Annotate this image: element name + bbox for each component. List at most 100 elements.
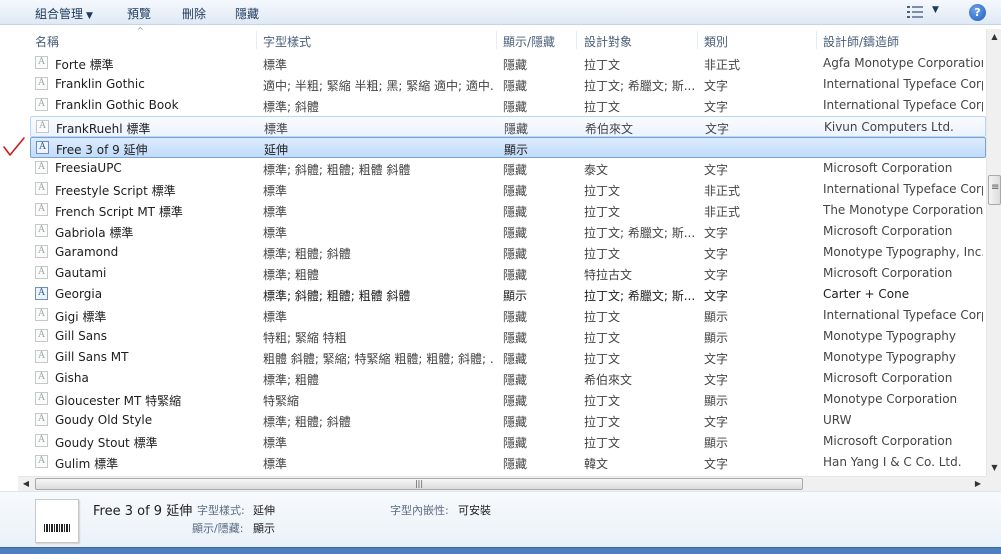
font-cell-style: 標準 <box>263 205 288 219</box>
column-divider[interactable] <box>496 31 497 49</box>
column-divider[interactable] <box>816 31 817 49</box>
help-icon[interactable]: ? <box>969 4 986 21</box>
preview-button[interactable]: 預覽 <box>127 5 151 22</box>
font-cell-name: Gill Sans <box>55 329 107 343</box>
column-divider[interactable] <box>697 31 698 49</box>
font-row[interactable]: A Forte 標準 標準 隱藏 拉丁文 非正式 Agfa Monotype Corpora… <box>30 53 986 74</box>
font-row[interactable]: A Gigi 標準 標準 隱藏 拉丁文 顯示 International Typeface … <box>30 305 986 326</box>
font-row[interactable]: A Goudy Old Style 標準; 粗體; 斜體 隱藏 拉丁文 文字 URW <box>30 410 986 431</box>
scroll-left-icon[interactable]: ◀ <box>18 477 34 492</box>
font-cell-show: 隱藏 <box>503 268 528 282</box>
font-cell-designer: The Monotype Corporation <box>823 203 983 217</box>
font-cell-style: 延伸 <box>264 143 289 157</box>
font-cell-name: Franklin Gothic Book <box>55 98 179 112</box>
font-cell-category: 文字 <box>704 352 729 366</box>
column-divider[interactable] <box>256 31 257 49</box>
column-header-style[interactable]: 字型樣式 <box>263 33 311 50</box>
barcode-icon <box>44 524 71 532</box>
font-cell-name: Gulim 標準 <box>55 457 119 471</box>
column-header-name[interactable]: 名稱 <box>35 33 59 50</box>
font-cell-target: 拉丁文 <box>584 394 621 408</box>
font-row[interactable]: A FreesiaUPC 標準; 斜體; 粗體; 粗體 斜體 隱藏 泰文 文字 Micros… <box>30 158 986 179</box>
font-cell-name: FreesiaUPC <box>55 161 122 175</box>
font-cell-target: 拉丁文; 希臘文; 斯... <box>584 226 694 240</box>
horizontal-scroll-thumb[interactable]: ||| <box>35 478 803 490</box>
vertical-scroll-thumb[interactable] <box>988 175 1001 205</box>
font-cell-style: 標準 <box>263 436 288 450</box>
font-cell-category: 文字 <box>704 457 729 471</box>
font-cell-show: 隱藏 <box>503 184 528 198</box>
font-row[interactable]: A Gill Sans MT 粗體 斜體; 緊縮; 特緊縮 粗體; 粗體; 斜體; … <box>30 347 986 368</box>
font-cell-designer: Microsoft Corporation <box>823 224 953 238</box>
column-header-category[interactable]: 類別 <box>704 33 728 50</box>
window-bottom-border <box>0 547 1001 554</box>
details-embed-label: 字型內嵌性: <box>390 504 449 517</box>
column-divider[interactable] <box>576 31 577 49</box>
column-header-designed-for[interactable]: 設計對象 <box>584 33 632 50</box>
view-options-chevron-icon[interactable]: ▼ <box>932 5 939 15</box>
font-row[interactable]: A French Script MT 標準 標準 隱藏 拉丁文 非正式 The Monoty… <box>30 200 986 221</box>
font-file-icon: A <box>35 77 48 90</box>
font-cell-show: 隱藏 <box>503 457 528 471</box>
font-row[interactable]: A Goudy Stout 標準 標準 隱藏 拉丁文 顯示 Microsoft Corpor… <box>30 431 986 452</box>
organize-button[interactable]: 組合管理 ▼ <box>35 5 93 22</box>
font-cell-target: 特拉古文 <box>584 268 633 282</box>
font-row[interactable]: A FrankRuehl 標準 標準 隱藏 希伯來文 文字 Kivun Computers … <box>30 116 986 137</box>
chevron-down-icon: ▼ <box>86 11 93 21</box>
font-row[interactable]: A Gabriola 標準 標準 隱藏 拉丁文; 希臘文; 斯... 文字 Microsof… <box>30 221 986 242</box>
font-file-icon: A <box>35 224 48 237</box>
font-cell-name: Gisha <box>55 371 89 385</box>
font-cell-style: 適中; 半粗; 緊縮 半粗; 黑; 緊縮 適中; 適中... <box>263 79 493 93</box>
font-cell-style: 標準; 斜體; 粗體; 粗體 斜體 <box>263 163 411 177</box>
font-row[interactable]: A Garamond 標準; 粗體; 斜體 隱藏 拉丁文 文字 Monotype Typog… <box>30 242 986 263</box>
font-row[interactable]: A Gisha 標準; 粗體 隱藏 希伯來文 文字 Microsoft Corporatio… <box>30 368 986 389</box>
font-file-icon: A <box>35 182 48 195</box>
font-row[interactable]: A Gill Sans 特粗; 緊縮 特粗 隱藏 拉丁文 顯示 Monotype Typog… <box>30 326 986 347</box>
font-cell-style: 標準; 粗體 <box>263 268 319 282</box>
font-cell-category: 文字 <box>704 415 729 429</box>
hide-button[interactable]: 隱藏 <box>235 5 259 22</box>
font-cell-target: 拉丁文 <box>584 100 621 114</box>
horizontal-scrollbar[interactable]: ◀ ||| ▶ <box>18 476 986 491</box>
font-cell-category: 顯示 <box>704 310 729 324</box>
column-header-designer[interactable]: 設計師/鑄造師 <box>823 33 899 50</box>
details-font-name: Free 3 of 9 延伸 <box>93 504 193 519</box>
font-row[interactable]: A Franklin Gothic Book 標準; 斜體 隱藏 拉丁文 文字 Intern… <box>30 95 986 116</box>
delete-button[interactable]: 刪除 <box>182 5 206 22</box>
font-row[interactable]: A Gloucester MT 特緊縮 特緊縮 隱藏 拉丁文 顯示 Monotype Cor… <box>30 389 986 410</box>
font-cell-show: 隱藏 <box>503 415 528 429</box>
vertical-scrollbar[interactable]: ▲ ▼ <box>986 29 1001 476</box>
font-row[interactable]: A Freestyle Script 標準 標準 隱藏 拉丁文 非正式 Internatio… <box>30 179 986 200</box>
font-cell-show: 隱藏 <box>503 226 528 240</box>
font-cell-designer: Monotype Typography, Inc. <box>823 245 983 259</box>
font-cell-category: 文字 <box>704 79 729 93</box>
column-header-show-hide[interactable]: 顯示/隱藏 <box>503 33 555 50</box>
font-row[interactable]: A Franklin Gothic 適中; 半粗; 緊縮 半粗; 黑; 緊縮 適中;… <box>30 74 986 95</box>
font-cell-designer: Carter + Cone <box>823 287 910 301</box>
font-cell-category: 文字 <box>704 247 729 261</box>
scroll-right-icon[interactable]: ▶ <box>970 477 986 492</box>
font-cell-designer: Microsoft Corporation <box>823 161 953 175</box>
font-cell-style: 標準; 粗體; 斜體 <box>263 247 351 261</box>
font-cell-show: 顯示 <box>504 143 529 157</box>
font-row[interactable]: A Gulim 標準 標準 隱藏 韓文 文字 Han Yang I & C Co. Ltd. <box>30 452 986 473</box>
scroll-down-icon[interactable]: ▼ <box>987 460 1001 476</box>
font-row[interactable]: A Georgia 標準; 斜體; 粗體; 粗體 斜體 顯示 拉丁文; 希臘文; 斯..… <box>30 284 986 305</box>
font-cell-name: Garamond <box>55 245 119 259</box>
font-list: A Forte 標準 標準 隱藏 拉丁文 非正式 Agfa Monotype Corpora… <box>0 53 986 476</box>
view-details-icon[interactable] <box>907 6 923 18</box>
font-cell-show: 隱藏 <box>503 394 528 408</box>
font-cell-target: 拉丁文; 希臘文; 斯... <box>584 289 694 303</box>
font-row[interactable]: A Gautami 標準; 粗體 隱藏 特拉古文 文字 Microsoft Corporat… <box>30 263 986 284</box>
font-row[interactable]: A Free 3 of 9 延伸 延伸 顯示 <box>30 137 986 158</box>
font-cell-designer: URW <box>823 413 852 427</box>
font-cell-show: 顯示 <box>503 289 528 303</box>
font-cell-category: 文字 <box>704 268 729 282</box>
font-cell-category: 非正式 <box>704 205 741 219</box>
font-cell-show: 隱藏 <box>503 79 528 93</box>
font-cell-designer: Kivun Computers Ltd. <box>824 120 954 134</box>
font-file-icon: A <box>35 350 48 363</box>
scroll-up-icon[interactable]: ▲ <box>987 29 1001 45</box>
font-cell-name: Gabriola 標準 <box>55 226 134 240</box>
font-cell-target: 拉丁文 <box>584 415 621 429</box>
